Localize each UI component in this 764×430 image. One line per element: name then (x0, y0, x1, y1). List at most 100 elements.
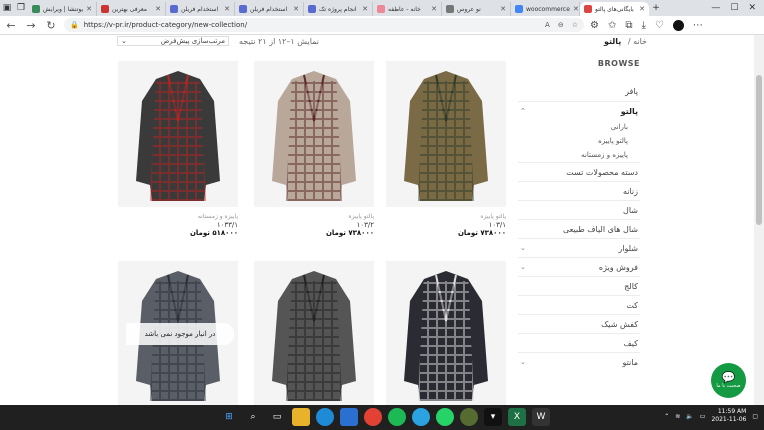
tab-close-icon[interactable]: ✕ (293, 5, 299, 13)
sidebar-category-item[interactable]: پافر (518, 82, 640, 101)
tab-close-icon[interactable]: ✕ (224, 5, 230, 13)
browser-tab[interactable]: یوتنشا | ویرایش ✕ (28, 2, 97, 16)
zoom-icon[interactable]: ⊖ (558, 21, 564, 29)
chrome-icon[interactable] (364, 408, 382, 426)
browser-tab[interactable]: woocommerce ✕ (511, 2, 580, 16)
chat-button[interactable]: 💬 صحبت با ما (711, 363, 746, 398)
sidebar-category-item[interactable]: شال (518, 200, 640, 219)
tab-close-icon[interactable]: ✕ (500, 5, 506, 13)
breadcrumb-home[interactable]: خانه (633, 37, 647, 46)
minimize-button[interactable]: — (711, 3, 720, 13)
new-tab-button[interactable]: + (649, 1, 663, 15)
forward-button[interactable]: → (24, 19, 38, 32)
tab-actions-icon[interactable]: ❐ (14, 1, 28, 15)
game-app-icon[interactable] (460, 408, 478, 426)
browser-tab[interactable]: استخدام فریلن ✕ (235, 2, 304, 16)
browser-essentials-icon[interactable]: ♡ (655, 20, 664, 31)
favorites-icon[interactable]: ✩ (608, 20, 616, 31)
sidebar-category-item[interactable]: شلوار ⌄ (518, 238, 640, 257)
battery-icon[interactable]: ▭ (700, 413, 706, 420)
whatsapp-icon[interactable] (436, 408, 454, 426)
sidebar-category-item[interactable]: مانتو ⌄ (518, 352, 640, 371)
product-card[interactable] (386, 261, 506, 405)
browser-tab[interactable]: نو عروس ✕ (442, 2, 511, 16)
reload-button[interactable]: ↻ (44, 19, 58, 32)
product-image[interactable] (118, 61, 238, 207)
start-icon[interactable]: ⊞ (220, 408, 238, 426)
tab-close-icon[interactable]: ✕ (431, 5, 437, 13)
chevron-icon[interactable]: ⌄ (520, 244, 526, 252)
clock[interactable]: 11:59 AM 2021-11-06 (711, 408, 746, 424)
extensions-icon[interactable]: ⚙ (590, 20, 599, 31)
tab-close-icon[interactable]: ✕ (639, 5, 645, 13)
product-card[interactable] (254, 261, 374, 405)
subcategory-item[interactable]: پالتو پاییزه (518, 134, 628, 148)
mail-icon[interactable] (340, 408, 358, 426)
subcategory-item[interactable]: بارانی (518, 120, 628, 134)
notification-icon[interactable]: ▢ (752, 413, 758, 420)
sort-select[interactable]: ⌄ مرتب‌سازی پیش‌فرض (117, 36, 229, 46)
browser-tab[interactable]: خانه - عاطفه ✕ (373, 2, 442, 16)
file-explorer-icon[interactable] (292, 408, 310, 426)
sidebar-category-item[interactable]: فروش ویژه ⌄ (518, 257, 640, 276)
edge-icon[interactable] (316, 408, 334, 426)
sidebar-category-item[interactable]: کفش شیک (518, 314, 640, 333)
product-image[interactable] (386, 61, 506, 207)
product-image[interactable] (254, 61, 374, 207)
tab-close-icon[interactable]: ✕ (86, 5, 92, 13)
product-card[interactable]: پاییزه و زمستانه ۱۰۳۳/۱ ۵۱۸۰۰۰ تومان (118, 61, 238, 237)
browser-tab[interactable]: بایگانی‌های پالتو ✕ (580, 2, 649, 16)
tab-close-icon[interactable]: ✕ (155, 5, 161, 13)
stocks-app-icon[interactable]: ▾ (484, 408, 502, 426)
telegram-icon[interactable] (412, 408, 430, 426)
sidebar-category-item[interactable]: کیف (518, 333, 640, 352)
read-aloud-icon[interactable]: A (545, 21, 550, 29)
sidebar-category-item[interactable]: کت (518, 295, 640, 314)
browser-tab[interactable]: معرفی بهترین ✕ (97, 2, 166, 16)
browser-tab[interactable]: انجام پروژه تک ✕ (304, 2, 373, 16)
product-title[interactable]: ۱۰۳/۲ (254, 221, 374, 229)
wifi-icon[interactable]: ≋ (675, 413, 680, 420)
product-card[interactable]: پالتو پاییزه ۱۰۳/۱ ۷۳۸۰۰۰ تومان (386, 61, 506, 237)
chevron-icon[interactable]: ⌄ (520, 358, 526, 366)
product-image[interactable]: در انبار موجود نمی باشد (118, 261, 238, 405)
subcategory-item[interactable]: پاییزه و زمستانه (518, 148, 628, 162)
maximize-button[interactable]: ☐ (730, 3, 738, 13)
downloads-icon[interactable]: ⤓ (642, 20, 646, 31)
excel-icon[interactable]: X (508, 408, 526, 426)
sidebar-category-item[interactable]: کالج (518, 276, 640, 295)
product-card[interactable]: در انبار موجود نمی باشد (118, 261, 238, 405)
product-image[interactable] (254, 261, 374, 405)
more-menu-icon[interactable]: ⋯ (693, 20, 703, 31)
sidebar-category-item[interactable]: زنانه (518, 181, 640, 200)
chevron-icon[interactable]: ⌃ (520, 107, 526, 115)
profile-avatar[interactable] (672, 19, 684, 31)
volume-icon[interactable]: 🔈 (686, 413, 693, 420)
tab-close-icon[interactable]: ✕ (573, 5, 579, 13)
product-card[interactable]: پالتو پاییزه ۱۰۳/۲ ۷۳۸۰۰۰ تومان (254, 61, 374, 237)
spotify-icon[interactable] (388, 408, 406, 426)
sidebar-category-item[interactable]: پالتو ⌃ (518, 101, 640, 120)
search-icon[interactable]: ⌕ (244, 408, 262, 426)
url-field[interactable]: 🔒 https://v-pr.ir/product-category/new-c… (64, 18, 584, 32)
browser-tab[interactable]: استخدام فریلن ✕ (166, 2, 235, 16)
product-category[interactable]: پاییزه و زمستانه (118, 213, 238, 221)
window-menu-icon[interactable]: ▣ (0, 1, 14, 15)
tab-close-icon[interactable]: ✕ (362, 5, 368, 13)
chevron-icon[interactable]: ⌄ (520, 263, 526, 271)
favorite-star-icon[interactable]: ☆ (572, 21, 578, 29)
sidebar-category-item[interactable]: دسته محصولات تست (518, 162, 640, 181)
close-window-button[interactable]: ✕ (748, 3, 756, 13)
wordpress-app-icon[interactable]: W (532, 408, 550, 426)
back-button[interactable]: ← (4, 19, 18, 32)
product-title[interactable]: ۱۰۳۳/۱ (118, 221, 238, 229)
sidebar-category-item[interactable]: شال های الیاف طبیعی (518, 219, 640, 238)
product-category[interactable]: پالتو پاییزه (386, 213, 506, 221)
product-title[interactable]: ۱۰۳/۱ (386, 221, 506, 229)
scrollbar-thumb[interactable] (756, 75, 762, 225)
task-view-icon[interactable]: ▭ (268, 408, 286, 426)
page-scrollbar[interactable] (754, 35, 764, 405)
tray-overflow-icon[interactable]: ⌃ (664, 413, 669, 420)
product-category[interactable]: پالتو پاییزه (254, 213, 374, 221)
collections-icon[interactable]: ⧉ (625, 20, 632, 31)
